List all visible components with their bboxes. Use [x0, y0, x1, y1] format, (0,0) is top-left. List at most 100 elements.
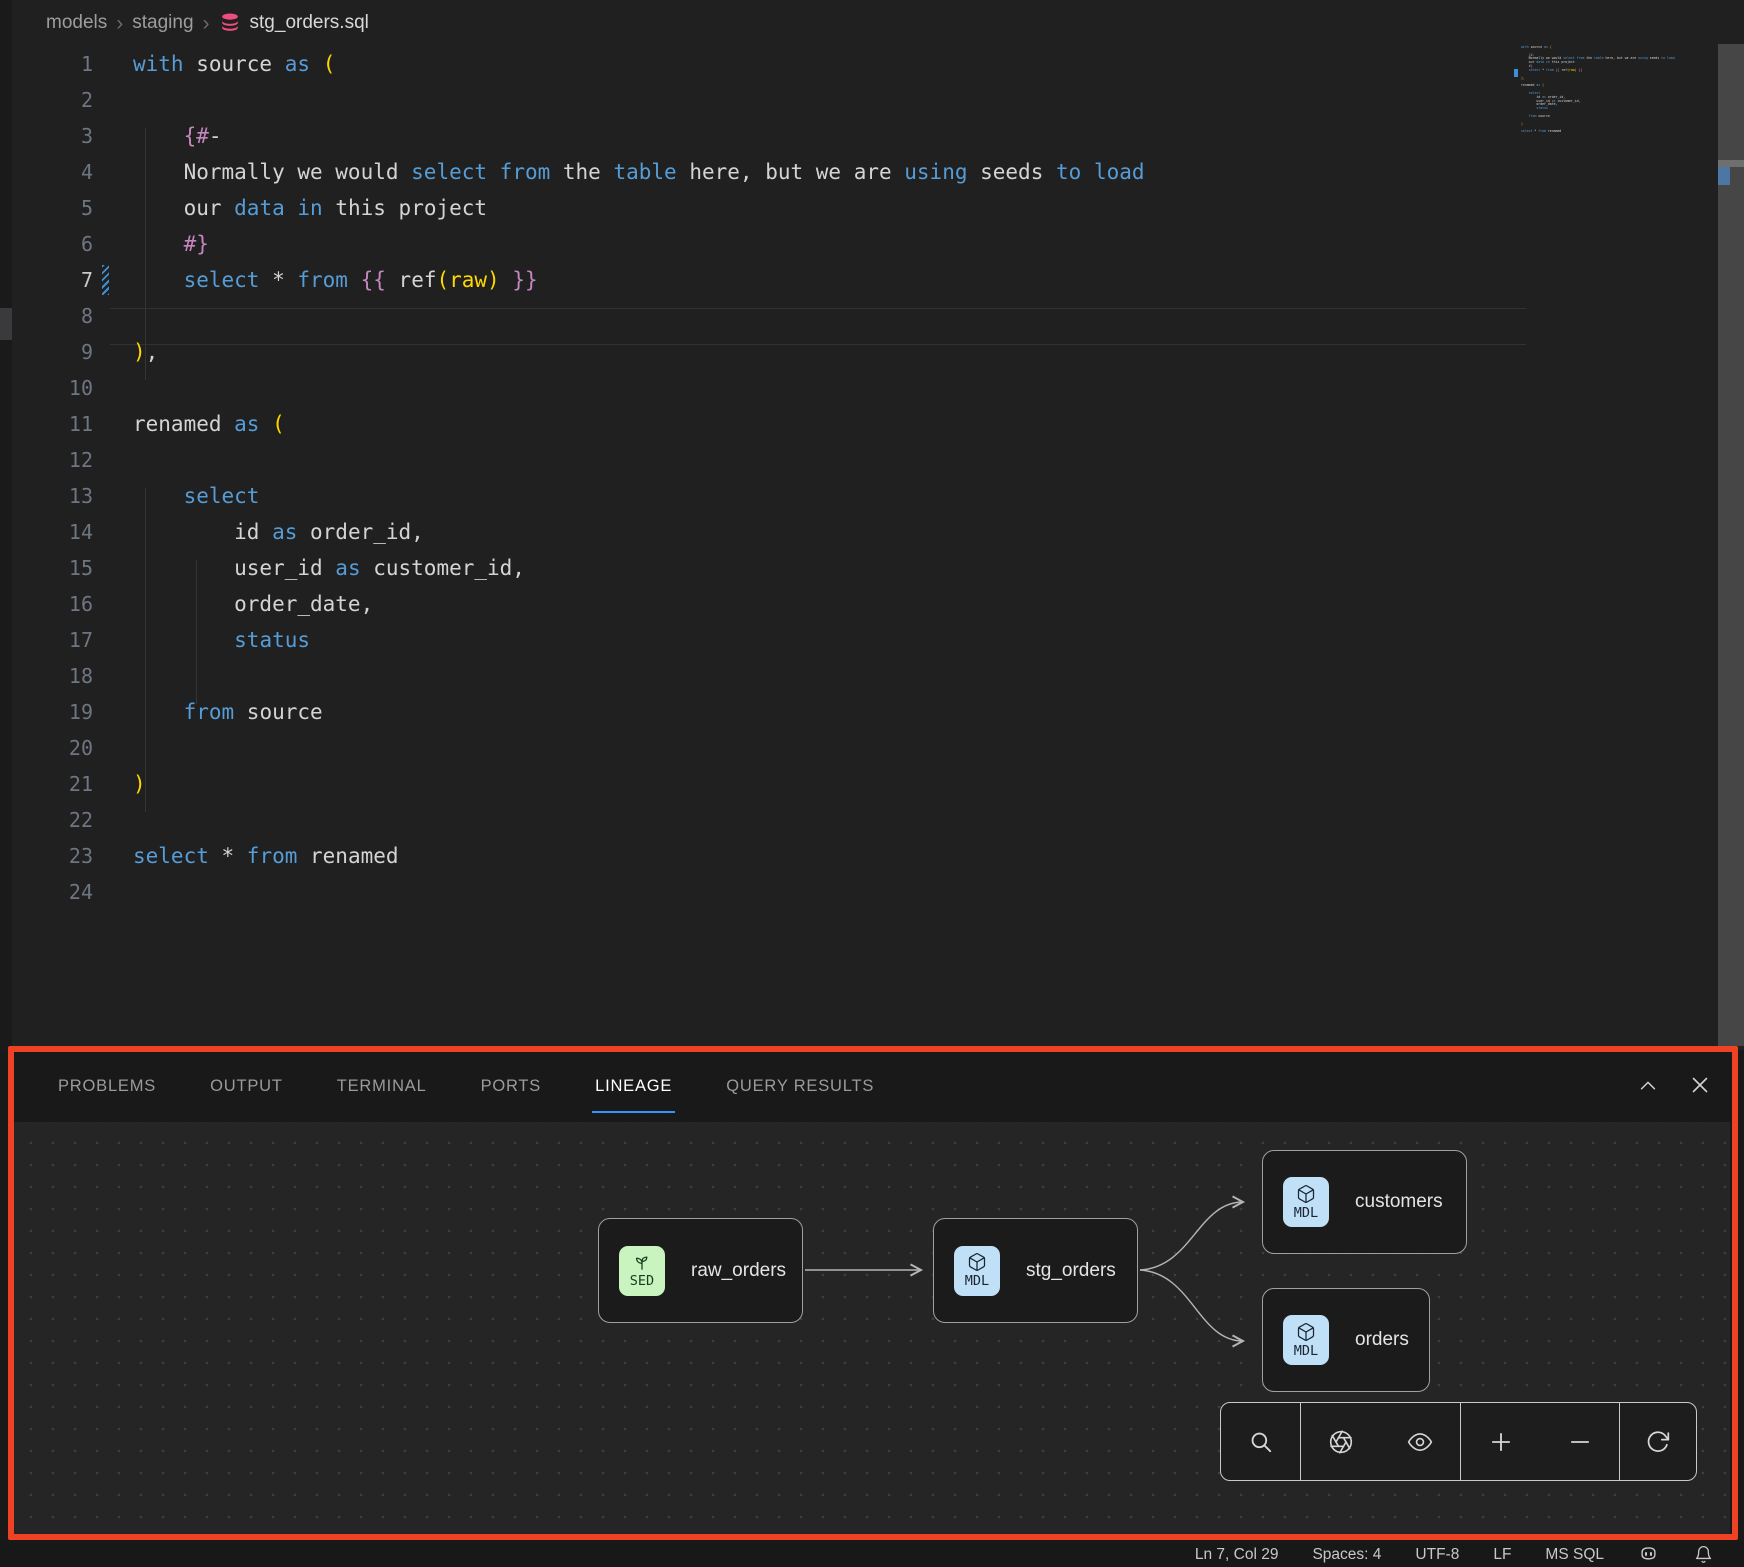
toolbar-group: [1300, 1403, 1460, 1480]
code-line[interactable]: 2: [12, 82, 1514, 118]
panel-collapse-button[interactable]: [1630, 1068, 1666, 1104]
code-line[interactable]: 12: [12, 442, 1514, 478]
model-icon: [1296, 1184, 1316, 1204]
aperture-button[interactable]: [1321, 1422, 1361, 1462]
line-number: 12: [12, 442, 93, 478]
tab-ports[interactable]: PORTS: [481, 1050, 542, 1122]
lineage-node-orders[interactable]: MDL orders: [1262, 1288, 1430, 1392]
zoom-out-icon: [1567, 1429, 1593, 1455]
code-line[interactable]: 7 select * from {{ ref(raw) }}: [12, 262, 1514, 298]
tab-output[interactable]: OUTPUT: [210, 1050, 283, 1122]
zoom-in-button[interactable]: [1481, 1422, 1521, 1462]
code-line[interactable]: 21 ): [12, 766, 1514, 802]
vscode-window: models › staging › stg_orders.sql 1 with sou…: [0, 0, 1744, 1567]
code-line[interactable]: 4 Normally we would select from the tabl…: [12, 154, 1514, 190]
tab-problems[interactable]: PROBLEMS: [58, 1050, 156, 1122]
line-number: 21: [12, 766, 93, 802]
code-line[interactable]: 13 select: [12, 478, 1514, 514]
code-editor[interactable]: 1 with source as ( 2 3 {#- 4 Normally we…: [12, 46, 1514, 1036]
overview-ruler-marker: [1718, 167, 1730, 185]
code-line[interactable]: 9 ),: [12, 334, 1514, 370]
status-lf[interactable]: LF: [1493, 1546, 1511, 1564]
status-ms-sql[interactable]: MS SQL: [1545, 1546, 1604, 1564]
code-line[interactable]: 1 with source as (: [12, 46, 1514, 82]
toolbar-group: [1460, 1403, 1619, 1480]
minimap-line: [1521, 134, 1693, 138]
node-label: raw_orders: [691, 1260, 786, 1282]
minimap-modified-marker: [1514, 69, 1518, 77]
search-icon: [1248, 1429, 1274, 1455]
code-line[interactable]: 18: [12, 658, 1514, 694]
code-line[interactable]: 3 {#-: [12, 118, 1514, 154]
breadcrumb-file[interactable]: stg_orders.sql: [250, 12, 369, 34]
line-number: 14: [12, 514, 93, 550]
eye-button[interactable]: [1400, 1422, 1440, 1462]
code-line[interactable]: 15 user_id as customer_id,: [12, 550, 1514, 586]
breadcrumb[interactable]: models › staging › stg_orders.sql: [46, 6, 369, 40]
line-number: 5: [12, 190, 93, 226]
status-ln-7-col-29[interactable]: Ln 7, Col 29: [1195, 1546, 1279, 1564]
lineage-node-customers[interactable]: MDL customers: [1262, 1150, 1467, 1254]
toolbar-group: [1619, 1403, 1696, 1480]
lineage-node-raw_orders[interactable]: SED raw_orders: [598, 1218, 803, 1323]
breadcrumb-separator: ›: [116, 13, 123, 34]
line-number: 7: [12, 262, 93, 298]
line-number: 18: [12, 658, 93, 694]
scrollbar-band: [1718, 160, 1744, 167]
scrollbar-track[interactable]: [1718, 44, 1744, 1046]
tab-lineage[interactable]: LINEAGE: [595, 1050, 672, 1122]
code-line[interactable]: 6 #}: [12, 226, 1514, 262]
breadcrumb-item[interactable]: models: [46, 12, 107, 34]
refresh-icon: [1645, 1429, 1671, 1455]
code-line[interactable]: 8: [12, 298, 1514, 334]
search-button[interactable]: [1241, 1422, 1281, 1462]
code-line[interactable]: 5 our data in this project: [12, 190, 1514, 226]
lineage-node-stg_orders[interactable]: MDL stg_orders: [933, 1218, 1138, 1323]
line-number: 9: [12, 334, 93, 370]
breadcrumb-separator: ›: [203, 13, 210, 34]
line-number: 1: [12, 46, 93, 82]
zoom-out-button[interactable]: [1560, 1422, 1600, 1462]
zoom-in-icon: [1488, 1429, 1514, 1455]
line-number: 15: [12, 550, 93, 586]
line-number: 23: [12, 838, 93, 874]
line-number: 8: [12, 298, 93, 334]
line-number: 3: [12, 118, 93, 154]
code-line[interactable]: 11 renamed as (: [12, 406, 1514, 442]
code-line[interactable]: 24: [12, 874, 1514, 910]
code-line[interactable]: 19 from source: [12, 694, 1514, 730]
tab-terminal[interactable]: TERMINAL: [337, 1050, 427, 1122]
close-icon: [1688, 1073, 1712, 1097]
panel-close-button[interactable]: [1682, 1067, 1718, 1103]
code-line[interactable]: 23 select * from renamed: [12, 838, 1514, 874]
node-label: stg_orders: [1026, 1260, 1116, 1282]
code-line[interactable]: 16 order_date,: [12, 586, 1514, 622]
node-label: orders: [1355, 1329, 1409, 1351]
refresh-button[interactable]: [1638, 1422, 1678, 1462]
bell-status-item[interactable]: [1693, 1544, 1714, 1565]
tab-query-results[interactable]: QUERY RESULTS: [726, 1050, 874, 1122]
code-lines: 1 with source as ( 2 3 {#- 4 Normally we…: [12, 46, 1514, 910]
line-number: 10: [12, 370, 93, 406]
line-number: 16: [12, 586, 93, 622]
code-line[interactable]: 17 status: [12, 622, 1514, 658]
breadcrumb-item[interactable]: staging: [132, 12, 193, 34]
line-number: 22: [12, 802, 93, 838]
modified-line-decoration: [102, 265, 109, 295]
code-line[interactable]: 22: [12, 802, 1514, 838]
status-spaces-4[interactable]: Spaces: 4: [1312, 1546, 1381, 1564]
badge-label: MDL: [965, 1273, 989, 1289]
model-icon: [967, 1252, 987, 1272]
line-number: 24: [12, 874, 93, 910]
copilot-status-item[interactable]: [1638, 1544, 1659, 1565]
line-number: 11: [12, 406, 93, 442]
code-line[interactable]: 10: [12, 370, 1514, 406]
code-line[interactable]: 14 id as order_id,: [12, 514, 1514, 550]
code-line[interactable]: 20: [12, 730, 1514, 766]
line-number: 6: [12, 226, 93, 262]
eye-icon: [1407, 1429, 1433, 1455]
sidebar-drag-handle[interactable]: [0, 308, 12, 340]
database-icon: [219, 12, 241, 34]
minimap[interactable]: with source as ( {#- Normally we would s…: [1521, 46, 1693, 138]
status-utf-8[interactable]: UTF-8: [1415, 1546, 1459, 1564]
